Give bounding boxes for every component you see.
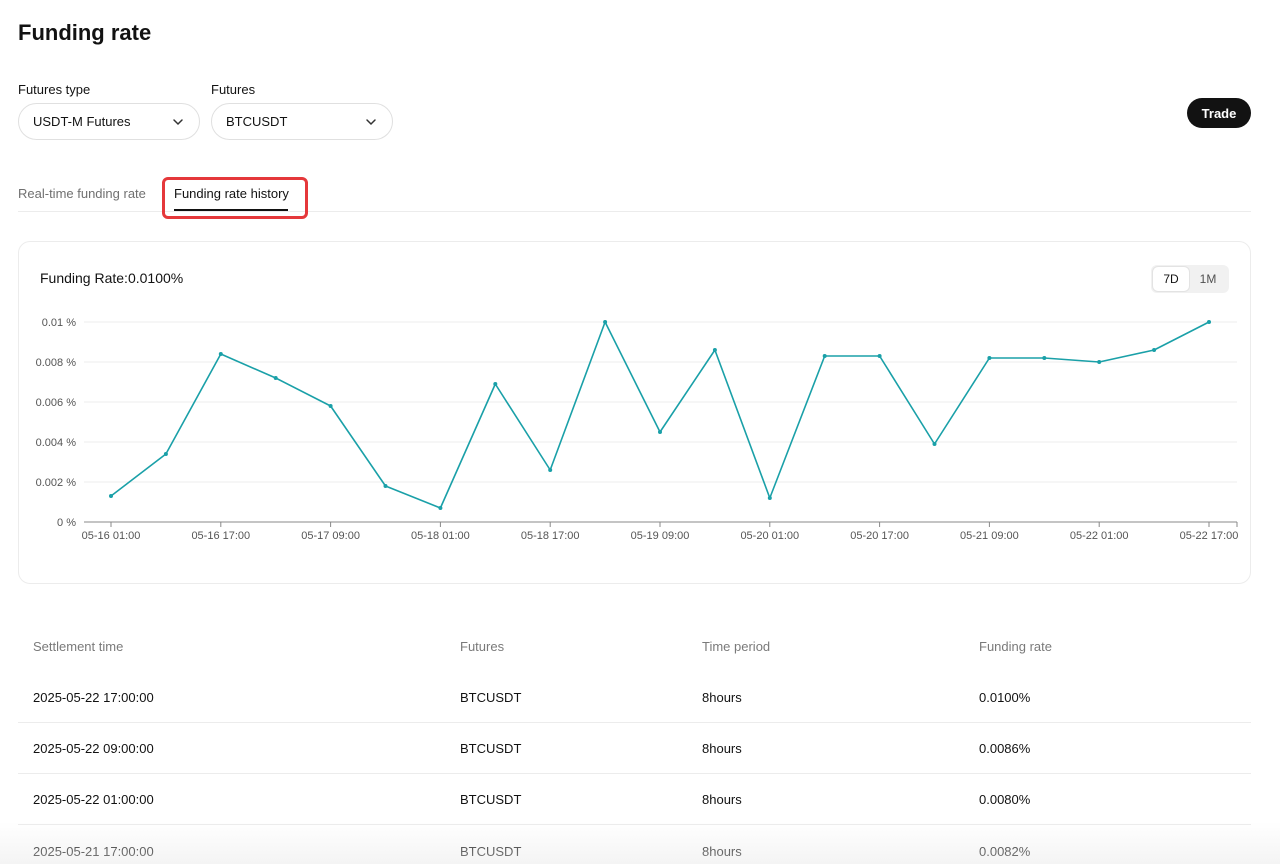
cell-settlement-time: 2025-05-22 17:00:00 <box>33 690 154 705</box>
data-point <box>163 452 168 456</box>
data-point <box>822 354 827 358</box>
x-tick-label: 05-16 17:00 <box>191 530 250 542</box>
y-tick-label: 0.002 % <box>36 477 77 489</box>
cell-funding-rate: 0.0100% <box>979 690 1031 705</box>
header-time-period: Time period <box>702 639 771 654</box>
data-point <box>1207 320 1211 324</box>
y-tick-label: 0 % <box>57 517 76 529</box>
cell-futures: BTCUSDT <box>460 741 522 756</box>
cell-funding-rate: 0.0082% <box>979 844 1031 859</box>
y-tick-label: 0.004 % <box>36 437 77 449</box>
x-tick-label: 05-18 01:00 <box>411 530 470 542</box>
data-point <box>1042 356 1047 360</box>
y-tick-label: 0.006 % <box>36 397 77 409</box>
data-point <box>218 352 223 356</box>
data-point <box>383 484 388 488</box>
data-point <box>767 496 772 500</box>
data-point <box>932 442 937 446</box>
data-point <box>603 320 608 324</box>
cell-futures: BTCUSDT <box>460 792 522 807</box>
x-tick-label: 05-21 09:00 <box>960 530 1019 542</box>
cell-settlement-time: 2025-05-21 17:00:00 <box>33 844 154 859</box>
y-tick-label: 0.01 % <box>42 317 76 329</box>
x-tick-label: 05-18 17:00 <box>521 530 580 542</box>
series-line <box>110 321 1210 509</box>
funding-rate-chart: 0 % 0.002 % 0.004 % 0.006 % 0.008 % 0.01 % 05-… <box>36 317 1239 542</box>
data-point <box>273 376 278 380</box>
cell-time-period: 8hours <box>702 741 742 756</box>
data-point <box>493 382 498 386</box>
cell-funding-rate: 0.0086% <box>979 741 1031 756</box>
cell-settlement-time: 2025-05-22 01:00:00 <box>33 792 154 807</box>
cell-time-period: 8hours <box>702 844 742 859</box>
cell-funding-rate: 0.0080% <box>979 792 1031 807</box>
data-point <box>712 348 717 352</box>
x-tick-label: 05-20 01:00 <box>740 530 799 542</box>
cell-settlement-time: 2025-05-22 09:00:00 <box>33 741 154 756</box>
cell-futures: BTCUSDT <box>460 690 522 705</box>
x-tick-label: 05-19 09:00 <box>631 530 690 542</box>
y-tick-label: 0.008 % <box>36 357 77 369</box>
header-futures: Futures <box>460 639 505 654</box>
data-point <box>1152 348 1157 352</box>
data-point <box>438 506 443 510</box>
x-tick-label: 05-20 17:00 <box>850 530 909 542</box>
bottom-fade <box>0 822 1280 864</box>
row-divider <box>18 773 1251 774</box>
row-divider <box>18 824 1251 825</box>
header-funding-rate: Funding rate <box>979 639 1052 654</box>
x-tick-label: 05-22 17:00 <box>1180 530 1239 542</box>
x-tick-label: 05-17 09:00 <box>301 530 360 542</box>
data-point <box>1097 360 1102 364</box>
cell-time-period: 8hours <box>702 792 742 807</box>
data-point <box>548 468 553 472</box>
cell-futures: BTCUSDT <box>460 844 522 859</box>
x-tick-label: 05-22 01:00 <box>1070 530 1129 542</box>
row-divider <box>18 722 1251 723</box>
data-point <box>328 404 333 408</box>
data-point <box>877 354 882 358</box>
data-point <box>109 494 113 498</box>
x-tick-label: 05-16 01:00 <box>82 530 141 542</box>
cell-time-period: 8hours <box>702 690 742 705</box>
data-point <box>987 356 992 360</box>
header-settlement-time: Settlement time <box>33 639 124 654</box>
data-point <box>658 430 662 434</box>
